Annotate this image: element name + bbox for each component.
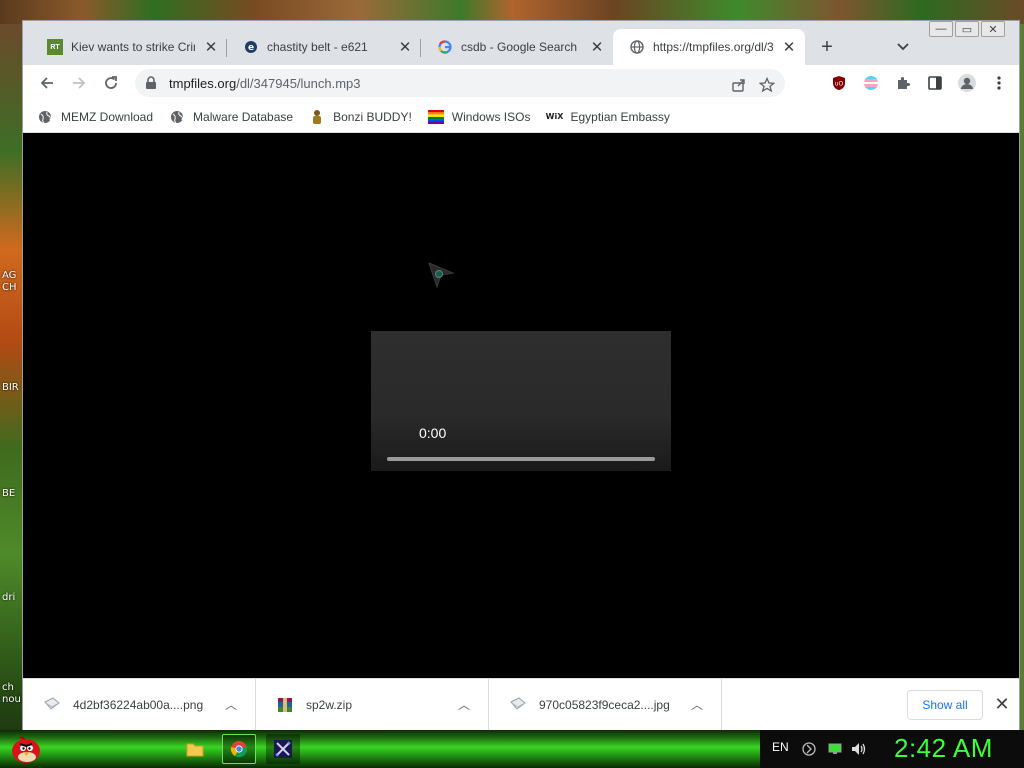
- svg-text:e: e: [248, 43, 254, 53]
- bookmark-label: Windows ISOs: [451, 109, 531, 124]
- desktop-icon-label[interactable]: CH: [2, 282, 17, 293]
- bookmark-windows-isos[interactable]: Windows ISOs: [427, 109, 531, 125]
- close-downloads-shelf-icon[interactable]: ✕: [991, 693, 1013, 715]
- seek-bar[interactable]: [387, 457, 655, 461]
- tab-title: chastity belt - e621: [267, 40, 368, 54]
- audio-player[interactable]: 0:00: [371, 331, 671, 471]
- show-all-downloads-button[interactable]: Show all: [907, 690, 983, 720]
- desktop-icon-label[interactable]: ch: [2, 682, 14, 693]
- close-tab-icon[interactable]: ✕: [589, 39, 605, 56]
- tab-title: csdb - Google Search: [461, 40, 578, 54]
- wix-icon: WiX: [545, 112, 564, 121]
- bookmark-label: Bonzi BUDDY!: [333, 109, 412, 124]
- google-favicon-icon: [437, 39, 453, 55]
- tab-strip: RT Kiev wants to strike Crim ✕ e chastit…: [23, 21, 1019, 65]
- tab-tmpfiles[interactable]: https://tmpfiles.org/dl/3 ✕: [613, 29, 805, 65]
- back-button[interactable]: [33, 69, 61, 97]
- download-filename: 970c05823f9ceca2....jpg: [539, 697, 670, 712]
- e621-favicon-icon: e: [243, 39, 259, 55]
- chevron-up-icon[interactable]: ︿: [452, 696, 476, 713]
- language-indicator[interactable]: EN: [772, 740, 789, 754]
- globe-favicon-icon: [629, 39, 645, 55]
- bookmark-label: MEMZ Download: [61, 109, 154, 124]
- taskbar-clock[interactable]: 2:42 AM: [894, 733, 993, 764]
- desktop-icon-label[interactable]: dri: [2, 592, 15, 603]
- mouse-cursor-icon: [427, 261, 457, 296]
- side-panel-icon[interactable]: [921, 69, 949, 97]
- omnibox-actions: [725, 71, 781, 99]
- maximize-button[interactable]: ▭: [955, 21, 979, 37]
- desktop-wallpaper-left: AG CH BIR BE dri ch nou: [0, 24, 24, 730]
- bookmark-egyptian-embassy[interactable]: WiX Egyptian Embassy: [545, 109, 670, 125]
- tab-google-search[interactable]: csdb - Google Search ✕: [421, 29, 613, 65]
- desktop-icon-label[interactable]: AG: [2, 270, 16, 281]
- url-host: tmpfiles.org: [169, 75, 237, 91]
- tab-search-chevron-icon[interactable]: [893, 37, 913, 57]
- bookmark-malware-database[interactable]: Malware Database: [169, 109, 293, 125]
- tab-kiev[interactable]: RT Kiev wants to strike Crim ✕: [31, 29, 227, 65]
- chevron-up-icon[interactable]: ︿: [219, 696, 243, 713]
- close-window-button[interactable]: ✕: [981, 21, 1005, 37]
- url-text: tmpfiles.org/dl/347945/lunch.mp3: [169, 76, 361, 91]
- image-file-icon: [509, 696, 527, 714]
- rt-favicon-icon: RT: [47, 39, 63, 55]
- bookmark-label: Malware Database: [193, 109, 294, 124]
- file-explorer-icon[interactable]: [178, 734, 212, 764]
- window-controls: — ▭ ✕: [927, 21, 1005, 39]
- winrar-icon: [276, 696, 294, 714]
- browser-window: RT Kiev wants to strike Crim ✕ e chastit…: [22, 20, 1020, 731]
- share-icon[interactable]: [725, 71, 753, 99]
- new-tab-button[interactable]: +: [815, 35, 839, 59]
- taskbar: EN 2:42 AM: [0, 730, 1024, 768]
- start-button-angry-bird-icon[interactable]: [6, 730, 46, 768]
- tab-title: https://tmpfiles.org/dl/3: [653, 40, 773, 54]
- minimize-button[interactable]: —: [929, 21, 953, 37]
- close-tab-icon[interactable]: ✕: [203, 39, 219, 56]
- extensions-puzzle-icon[interactable]: [889, 69, 917, 97]
- network-tray-icon[interactable]: [800, 740, 818, 758]
- volume-tray-icon[interactable]: [850, 740, 868, 758]
- bonzi-icon: [309, 109, 325, 125]
- bookmarks-bar: MEMZ Download Malware Database Bonzi BUD…: [23, 101, 1019, 133]
- bookmark-star-icon[interactable]: [753, 71, 781, 99]
- browser-toolbar: tmpfiles.org/dl/347945/lunch.mp3 uO: [23, 65, 1019, 101]
- download-item[interactable]: 970c05823f9ceca2....jpg ︿: [489, 678, 722, 731]
- downloads-shelf: 4d2bf36224ab00a....png ︿ sp2w.zip ︿ 970c…: [23, 678, 1019, 731]
- globe-icon: [169, 109, 185, 125]
- download-item[interactable]: sp2w.zip ︿: [256, 678, 489, 731]
- current-time: 0:00: [419, 425, 447, 441]
- forward-button[interactable]: [65, 69, 93, 97]
- chrome-icon[interactable]: [222, 734, 256, 764]
- download-filename: 4d2bf36224ab00a....png: [73, 697, 204, 712]
- image-file-icon: [43, 696, 61, 714]
- address-bar[interactable]: tmpfiles.org/dl/347945/lunch.mp3: [135, 69, 785, 97]
- sword-app-icon[interactable]: [266, 734, 300, 764]
- profile-avatar-icon[interactable]: [953, 69, 981, 97]
- bookmark-memz[interactable]: MEMZ Download: [37, 109, 153, 125]
- url-path: /dl/347945/lunch.mp3: [236, 75, 361, 91]
- trans-flag-extension-icon[interactable]: [857, 69, 885, 97]
- ublock-origin-icon[interactable]: uO: [825, 69, 853, 97]
- close-tab-icon[interactable]: ✕: [397, 39, 413, 56]
- rainbow-flag-icon: [427, 109, 444, 125]
- desktop-icon-label[interactable]: nou: [2, 694, 21, 705]
- more-menu-icon[interactable]: [985, 69, 1013, 97]
- download-item[interactable]: 4d2bf36224ab00a....png ︿: [23, 678, 256, 731]
- chevron-up-icon[interactable]: ︿: [685, 696, 709, 713]
- close-tab-icon[interactable]: ✕: [781, 39, 797, 56]
- reload-button[interactable]: [97, 69, 125, 97]
- tab-title: Kiev wants to strike Crim: [71, 40, 195, 54]
- page-content: 0:00: [23, 133, 1019, 678]
- svg-text:uO: uO: [835, 81, 844, 88]
- bookmark-label: Egyptian Embassy: [570, 109, 670, 124]
- bookmark-bonzi-buddy[interactable]: Bonzi BUDDY!: [309, 109, 412, 125]
- desktop-icon-label[interactable]: BE: [2, 488, 15, 499]
- download-filename: sp2w.zip: [306, 697, 353, 712]
- lock-icon[interactable]: [143, 75, 159, 91]
- tab-e621[interactable]: e chastity belt - e621 ✕: [227, 29, 421, 65]
- globe-icon: [37, 109, 53, 125]
- display-tray-icon[interactable]: [826, 740, 844, 758]
- desktop-icon-label[interactable]: BIR: [2, 382, 19, 393]
